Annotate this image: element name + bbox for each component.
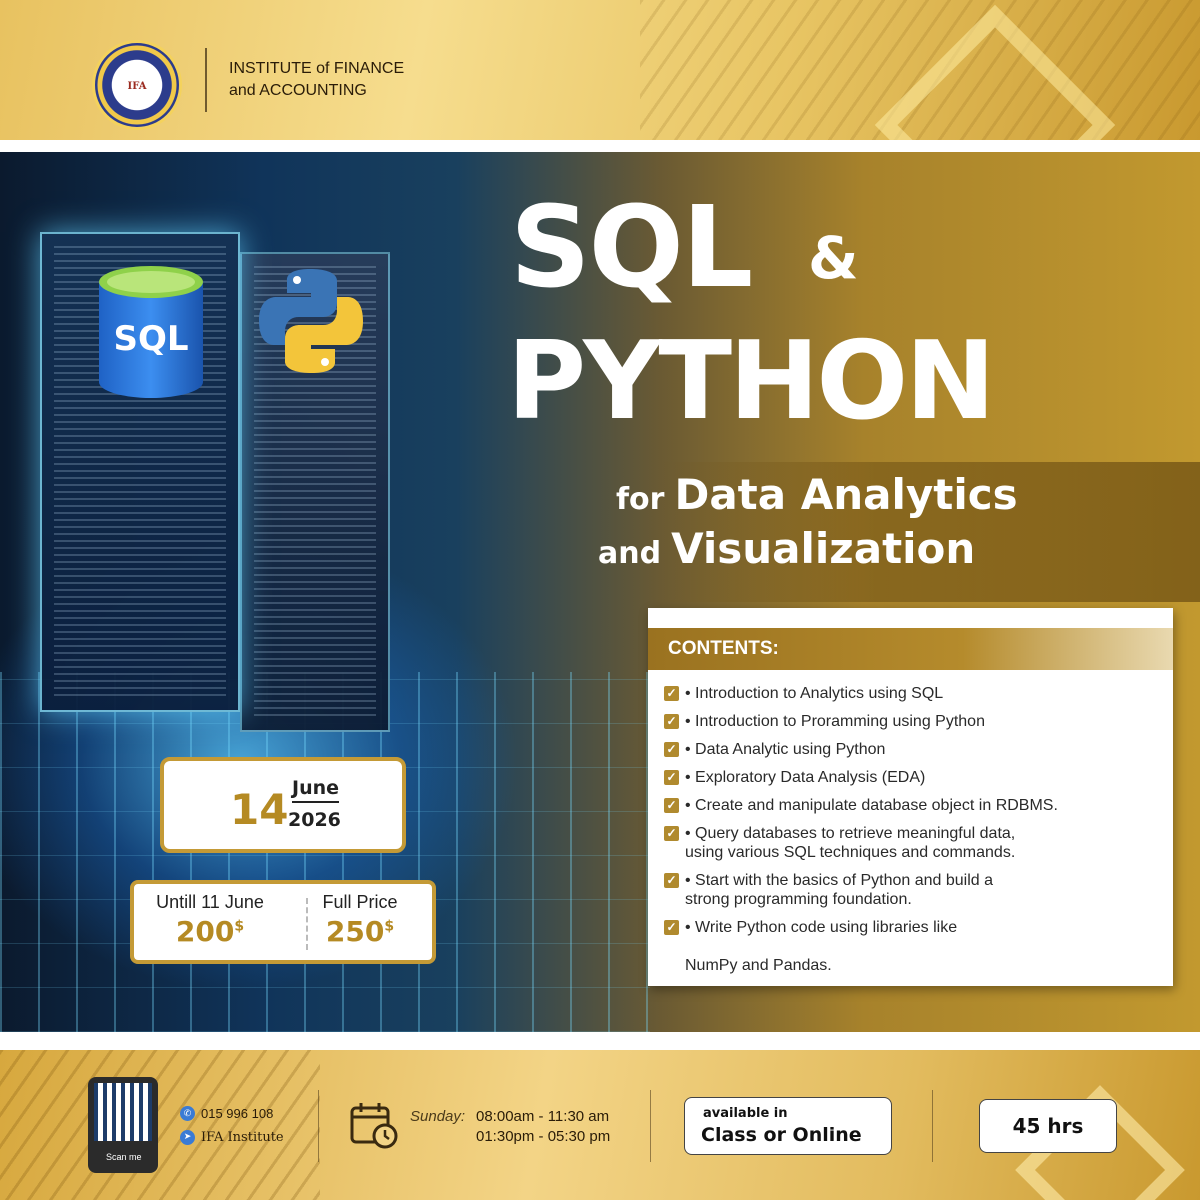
- contents-heading: CONTENTS:: [668, 638, 779, 659]
- full-price-label: Full Price: [322, 892, 398, 912]
- schedule-day: Sunday:: [410, 1108, 466, 1125]
- phone-contact[interactable]: ✆ 015 996 108: [180, 1106, 273, 1121]
- subtitle-line1: for Data Analytics: [616, 470, 1018, 519]
- duration-badge: 45 hrs: [979, 1099, 1117, 1153]
- subtitle-line2: and Visualization: [598, 524, 975, 573]
- footer-divider: [318, 1090, 319, 1162]
- availability-label: available in: [703, 1106, 788, 1121]
- checkbox-icon: ✓: [664, 798, 679, 813]
- title-ampersand: &: [808, 224, 859, 292]
- pricing-box: Untill 11 June 200$ Full Price 250$: [130, 880, 436, 964]
- list-item: ✓ • Create and manipulate database object…: [664, 796, 1164, 815]
- subtitle-data-analytics: Data Analytics: [674, 470, 1018, 519]
- list-item: ✓ • Data Analytic using Python: [664, 740, 1164, 759]
- list-item: ✓ • Start with the basics of Python and b…: [664, 871, 1164, 909]
- logo-text: IFA: [127, 81, 147, 92]
- list-item: ✓ • Introduction to Proramming using Pyth…: [664, 712, 1164, 731]
- telegram-handle: IFA Institute: [201, 1130, 284, 1145]
- footer-divider: [650, 1090, 651, 1162]
- list-item-text: • Write Python code using libraries like…: [685, 919, 958, 974]
- sql-icon-label: SQL: [113, 319, 188, 359]
- institute-name-line2: and ACCOUNTING: [229, 82, 367, 99]
- institute-logo: IFA: [92, 40, 182, 130]
- contents-panel: CONTENTS: ✓ • Introduction to Analytics u…: [648, 608, 1173, 986]
- title-sql: SQL: [510, 183, 753, 313]
- institute-name-line1: INSTITUTE of FINANCE: [229, 60, 405, 77]
- checkbox-icon: ✓: [664, 742, 679, 757]
- qr-code[interactable]: Scan me: [88, 1077, 158, 1173]
- python-logo-icon: [259, 269, 363, 373]
- institute-name: INSTITUTE of FINANCE and ACCOUNTING: [229, 58, 404, 102]
- title-python: PYTHON: [507, 319, 996, 444]
- list-item: ✓ • Exploratory Data Analysis (EDA): [664, 768, 1164, 787]
- contents-list: ✓ • Introduction to Analytics using SQL ✓…: [664, 684, 1164, 984]
- checkbox-icon: ✓: [664, 686, 679, 701]
- contents-header: CONTENTS:: [648, 628, 1173, 670]
- subtitle-and: and: [598, 536, 662, 571]
- divider-bar-top: [0, 140, 1200, 152]
- early-price-column: Untill 11 June 200$: [134, 892, 286, 948]
- early-price-label: Untill 11 June: [156, 892, 264, 912]
- list-item: ✓ • Query databases to retrieve meaningfu…: [664, 824, 1164, 862]
- logo-divider: [205, 48, 207, 112]
- divider-bar-bottom: [0, 1032, 1200, 1050]
- list-item-text: • Create and manipulate database object …: [685, 797, 1058, 814]
- phone-icon: ✆: [180, 1106, 195, 1121]
- checkbox-icon: ✓: [664, 826, 679, 841]
- list-item-text: • Query databases to retrieve meaningful…: [685, 825, 1016, 861]
- full-price-value: 250$: [325, 915, 395, 948]
- list-item-text: • Exploratory Data Analysis (EDA): [685, 769, 926, 786]
- phone-number: 015 996 108: [201, 1106, 274, 1121]
- schedule-time-morning: 08:00am - 11:30 am: [476, 1108, 610, 1125]
- list-item-text: • Introduction to Analytics using SQL: [685, 685, 944, 702]
- schedule-time-afternoon: 01:30pm - 05:30 pm: [476, 1128, 611, 1145]
- qr-code-image: [94, 1083, 152, 1141]
- start-date-box: 14 June 2026: [160, 757, 406, 853]
- calendar-clock-icon: [350, 1103, 398, 1149]
- list-item: ✓ • Write Python code using libraries lik…: [664, 918, 1164, 975]
- currency-symbol: $: [384, 918, 395, 935]
- checkbox-icon: ✓: [664, 920, 679, 935]
- footer-stripes: [0, 1050, 320, 1200]
- availability-badge: available in Class or Online: [684, 1097, 892, 1155]
- checkbox-icon: ✓: [664, 770, 679, 785]
- header-banner: IFA INSTITUTE of FINANCE and ACCOUNTING: [0, 0, 1200, 140]
- date-day: 14: [230, 785, 289, 834]
- scan-me-label: Scan me: [106, 1152, 142, 1162]
- full-price-column: Full Price 250$: [284, 892, 436, 948]
- footer-divider: [932, 1090, 933, 1162]
- checkbox-icon: ✓: [664, 873, 679, 888]
- early-price-value: 200$: [175, 915, 245, 948]
- list-item-text: • Introduction to Proramming using Pytho…: [685, 713, 985, 730]
- checkbox-icon: ✓: [664, 714, 679, 729]
- telegram-icon: ➤: [180, 1130, 195, 1145]
- list-item: ✓ • Introduction to Analytics using SQL: [664, 684, 1164, 703]
- duration-value: 45 hrs: [1012, 1114, 1084, 1138]
- list-item-text: • Start with the basics of Python and bu…: [685, 872, 993, 908]
- currency-symbol: $: [234, 918, 245, 935]
- subtitle-visualization: Visualization: [671, 524, 976, 573]
- footer-banner: Scan me ✆ 015 996 108 ➤ IFA Institute Su…: [0, 1050, 1200, 1200]
- list-item-text: • Data Analytic using Python: [685, 741, 886, 758]
- sql-database-icon: SQL: [99, 266, 203, 398]
- date-year: 2026: [288, 809, 341, 831]
- subtitle-for: for: [616, 482, 665, 517]
- hero-section: SQL SQL & PYTHON for Data Analytics and Vi…: [0, 152, 1200, 1032]
- availability-value: Class or Online: [701, 1124, 862, 1146]
- date-month: June: [292, 777, 340, 803]
- telegram-contact[interactable]: ➤ IFA Institute: [180, 1130, 284, 1145]
